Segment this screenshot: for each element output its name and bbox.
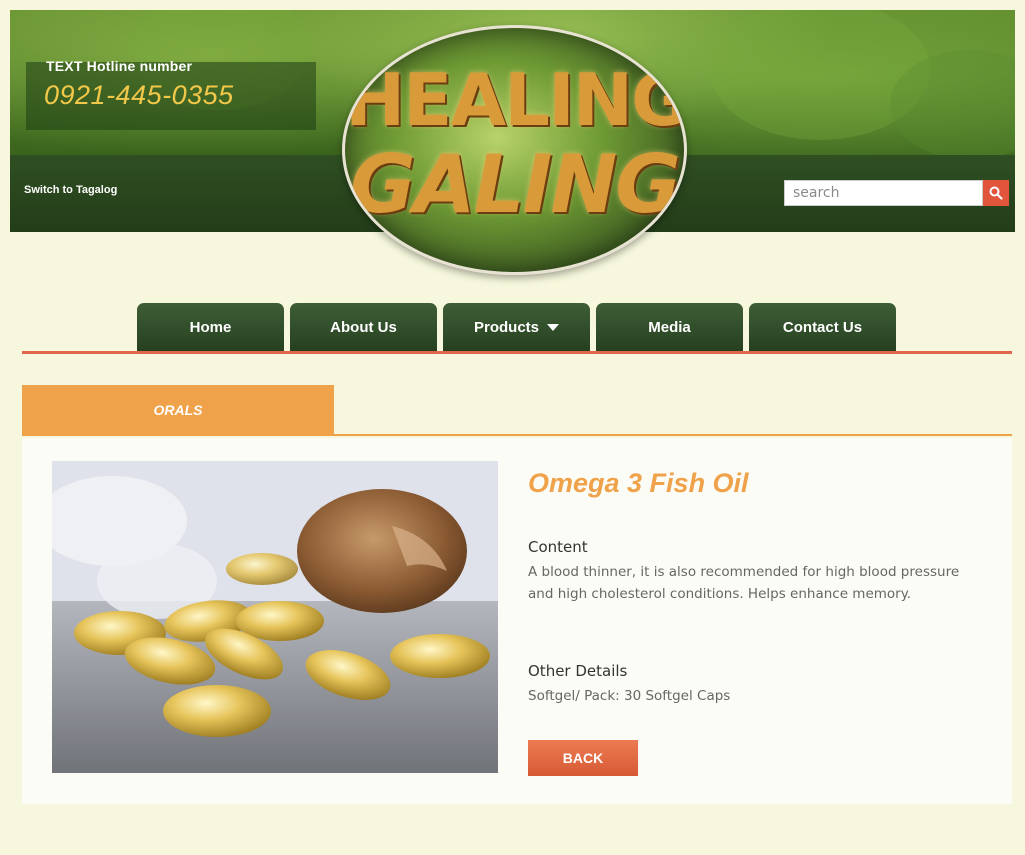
product-image xyxy=(52,461,498,773)
product-title: Omega 3 Fish Oil xyxy=(528,468,749,498)
nav-tab-media[interactable]: Media xyxy=(596,303,743,351)
main-nav: Home About Us Products Media Contact Us xyxy=(137,303,896,351)
language-switch-link[interactable]: Switch to Tagalog xyxy=(24,184,117,196)
search-button[interactable] xyxy=(983,180,1009,206)
search-icon xyxy=(989,186,1003,200)
nav-tab-label: Home xyxy=(189,318,232,336)
nav-tab-about-us[interactable]: About Us xyxy=(290,303,437,351)
category-tab-orals[interactable]: ORALS xyxy=(22,385,334,434)
category-tab-label: ORALS xyxy=(153,401,203,418)
nav-tab-label: Products xyxy=(473,318,539,336)
caret-down-icon xyxy=(547,323,559,331)
logo-text-galing: GALING xyxy=(350,138,681,231)
hotline-label: TEXT Hotline number xyxy=(46,58,193,74)
hotline-number[interactable]: 0921-445-0355 xyxy=(44,80,234,111)
search-input[interactable] xyxy=(784,180,983,206)
details-text: Softgel/ Pack: 30 Softgel Caps xyxy=(528,688,731,704)
content-text: A blood thinner, it is also recommended … xyxy=(528,564,960,602)
site-logo[interactable]: HEALING GALING xyxy=(342,25,687,275)
nav-tab-label: Contact Us xyxy=(782,318,863,336)
nav-tab-contact-us[interactable]: Contact Us xyxy=(749,303,896,351)
fish-oil-capsules-image xyxy=(52,461,498,773)
content-heading: Content xyxy=(528,538,588,556)
category-divider xyxy=(22,434,1012,436)
nav-tab-label: About Us xyxy=(330,318,397,336)
back-button[interactable]: BACK xyxy=(528,740,638,776)
nav-tab-label: Media xyxy=(648,318,691,336)
search-bar xyxy=(784,180,1009,206)
nav-divider xyxy=(22,351,1012,354)
logo-text-healing: HEALING xyxy=(345,58,687,142)
details-heading: Other Details xyxy=(528,662,628,680)
nav-tab-products[interactable]: Products xyxy=(443,303,590,351)
nav-tab-home[interactable]: Home xyxy=(137,303,284,351)
